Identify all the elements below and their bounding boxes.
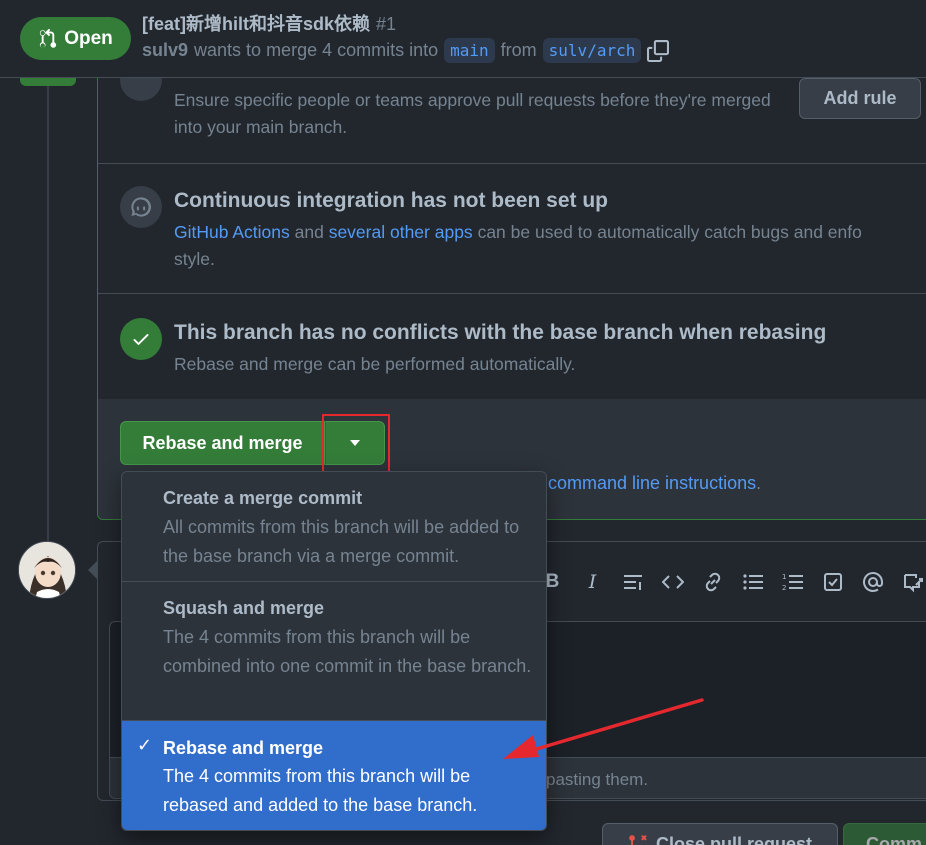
svg-text:1: 1 <box>782 573 786 581</box>
conflict-title: This branch has no conflicts with the ba… <box>174 321 827 344</box>
check-icon: ✓ <box>137 735 153 755</box>
copy-icon[interactable] <box>647 39 670 62</box>
close-pull-request-button[interactable]: Close pull request <box>602 823 838 845</box>
github-actions-link[interactable]: GitHub Actions <box>174 222 290 242</box>
ci-icon <box>120 186 162 228</box>
menu-item-title: Rebase and merge <box>163 738 324 758</box>
close-pull-request-label: Close pull request <box>655 833 813 845</box>
pr-author-link[interactable]: sulv9 <box>142 40 188 61</box>
conflict-description: Rebase and merge can be performed automa… <box>174 354 576 374</box>
pull-request-closed-icon <box>629 835 647 845</box>
menu-item-description: The 4 commits from this branch will be r… <box>163 766 478 815</box>
rebase-and-merge-button[interactable]: Rebase and merge <box>120 421 325 465</box>
ci-title: Continuous integration has not been set … <box>174 189 608 212</box>
link-icon[interactable] <box>700 570 725 595</box>
ci-rest-text-2: style. <box>174 249 215 269</box>
avatar[interactable] <box>18 541 76 599</box>
unordered-list-icon[interactable] <box>740 570 765 595</box>
menu-item-description: The 4 commits from this branch will be c… <box>163 627 532 676</box>
pr-merge-text: wants to merge 4 commits into <box>194 40 439 60</box>
pr-meta: sulv9 wants to merge 4 commits into main… <box>142 38 670 63</box>
code-icon[interactable] <box>660 570 685 595</box>
pr-header: Open [feat]新增hilt和抖音sdk依赖 #1 sulv9 wants … <box>0 0 926 78</box>
markdown-toolbar: B I 12 <box>540 566 925 598</box>
menu-item-create-merge-commit[interactable]: Create a merge commit All commits from t… <box>122 472 546 582</box>
section-divider <box>98 163 926 164</box>
pull-request-icon <box>40 28 57 48</box>
pr-state-label: Open <box>64 27 113 49</box>
pr-state-badge: Open <box>20 17 131 60</box>
section-divider <box>98 293 926 294</box>
other-apps-link[interactable]: several other apps <box>329 222 473 242</box>
review-description: Ensure specific people or teams approve … <box>174 90 771 137</box>
menu-item-squash-and-merge[interactable]: Squash and merge The 4 commits from this… <box>122 582 546 721</box>
merge-method-menu: Create a merge commit All commits from t… <box>121 471 547 831</box>
base-branch-label[interactable]: main <box>444 38 495 63</box>
italic-icon[interactable]: I <box>580 570 605 595</box>
pr-title-text: [feat]新增hilt和抖音sdk依赖 <box>142 14 371 34</box>
svg-text:2: 2 <box>782 584 786 592</box>
ci-rest-text: can be used to automatically catch bugs … <box>477 222 862 242</box>
annotation-highlight-box <box>322 414 390 475</box>
cli-instructions: command line instructions. <box>548 473 761 494</box>
pr-title: [feat]新增hilt和抖音sdk依赖 #1 <box>142 10 396 36</box>
heading-icon[interactable] <box>620 570 645 595</box>
ordered-list-icon[interactable]: 12 <box>780 570 805 595</box>
ci-and-text: and <box>294 222 324 242</box>
add-rule-button[interactable]: Add rule <box>799 78 921 119</box>
pr-number: #1 <box>376 14 397 34</box>
annotation-arrow <box>503 698 704 759</box>
ci-description: GitHub Actions and several other apps ca… <box>174 219 926 273</box>
head-branch-label[interactable]: sulv/arch <box>542 38 642 63</box>
timeline-line <box>47 78 49 548</box>
cli-suffix: . <box>756 473 762 493</box>
menu-item-title: Squash and merge <box>163 598 325 618</box>
attach-files-text: pasting them. <box>546 770 649 789</box>
menu-item-rebase-and-merge[interactable]: ✓ Rebase and merge The 4 commits from th… <box>122 721 546 830</box>
reference-icon[interactable] <box>900 570 925 595</box>
timeline-merge-marker <box>20 78 76 86</box>
check-circle-icon <box>120 318 162 360</box>
comment-button[interactable]: Comm <box>843 823 926 845</box>
task-list-icon[interactable] <box>820 570 845 595</box>
pr-from-text: from <box>500 40 537 60</box>
cli-instructions-link[interactable]: command line instructions <box>548 473 756 493</box>
menu-item-description: All commits from this branch will be add… <box>163 517 520 566</box>
mention-icon[interactable] <box>860 570 885 595</box>
menu-item-title: Create a merge commit <box>163 488 363 508</box>
